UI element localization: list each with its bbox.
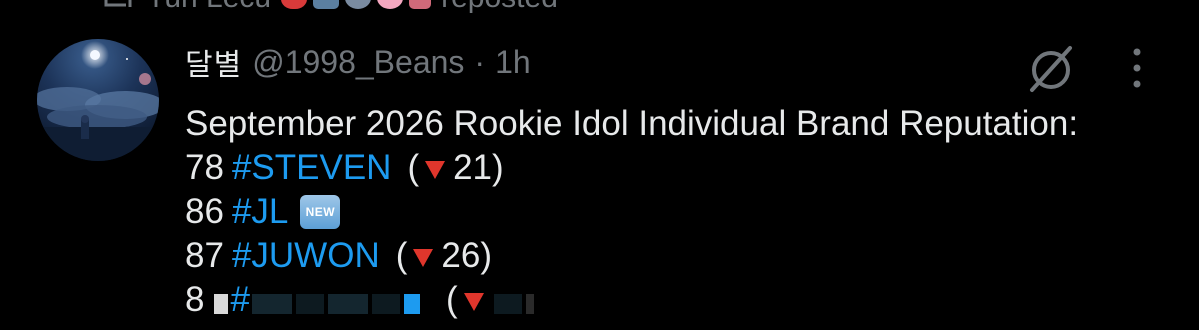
strawberry-emoji-icon bbox=[281, 0, 308, 9]
box-emoji-icon bbox=[313, 0, 340, 9]
hashtag-link[interactable]: #JUWON bbox=[232, 234, 380, 278]
down-triangle-icon bbox=[463, 293, 484, 311]
peace-emoji-icon bbox=[345, 0, 372, 9]
paren-open: ( bbox=[407, 148, 420, 187]
avatar-image bbox=[37, 39, 159, 161]
grok-icon[interactable] bbox=[1024, 42, 1078, 96]
rank-line: 87 #JUWON ( 26 ) bbox=[185, 234, 1185, 278]
avatar[interactable] bbox=[37, 39, 159, 161]
repost-label: reposted bbox=[441, 0, 558, 15]
hashtag-link[interactable]: #JL bbox=[232, 190, 288, 234]
paren-close: ) bbox=[480, 236, 492, 275]
paren-open: ( bbox=[445, 280, 458, 319]
flower-emoji-icon bbox=[377, 0, 404, 9]
censor-block bbox=[327, 294, 368, 314]
tweet-text: September 2026 Rookie Idol Individual Br… bbox=[185, 102, 1185, 322]
censor-block bbox=[403, 294, 420, 314]
more-options-icon[interactable] bbox=[1124, 46, 1150, 90]
paren-close: ) bbox=[492, 148, 504, 187]
rank-number: 8 bbox=[185, 280, 205, 319]
repost-user-name[interactable]: Yun Lecu bbox=[146, 0, 271, 15]
paren-open: ( bbox=[395, 236, 408, 275]
repost-indicator[interactable]: Yun Lecu reposted bbox=[100, 0, 558, 18]
timestamp[interactable]: 1h bbox=[495, 44, 531, 81]
header-separator: · bbox=[474, 43, 486, 80]
tweet-header: 달별 @1998_Beans · 1h bbox=[185, 40, 531, 84]
user-handle[interactable]: @1998_Beans bbox=[252, 44, 464, 81]
rank-line: 86 #JL NEW bbox=[185, 190, 1185, 234]
new-badge-icon: NEW bbox=[300, 195, 341, 229]
rank-line: 78 #STEVEN ( 21 ) bbox=[185, 146, 1185, 190]
rank-change: 21 bbox=[453, 148, 493, 187]
tweet-title-text: September 2026 Rookie Idol Individual Br… bbox=[185, 104, 1079, 143]
censor-block bbox=[295, 294, 324, 314]
rank-line-censored: 8 # ( bbox=[185, 278, 1185, 322]
down-triangle-icon bbox=[413, 249, 434, 267]
censor-block bbox=[371, 294, 400, 314]
rank-change: 26 bbox=[441, 236, 481, 275]
censor-block bbox=[493, 294, 522, 314]
censor-block bbox=[251, 294, 292, 314]
rank-number: 78 bbox=[185, 148, 224, 187]
repost-icon bbox=[104, 0, 132, 7]
flag-emoji-icon bbox=[409, 0, 432, 9]
tweet-text-line: September 2026 Rookie Idol Individual Br… bbox=[185, 102, 1185, 146]
rank-number: 87 bbox=[185, 236, 224, 275]
down-triangle-icon bbox=[425, 161, 446, 179]
censor-block bbox=[525, 294, 534, 314]
rank-number: 86 bbox=[185, 192, 224, 231]
display-name[interactable]: 달별 bbox=[185, 40, 242, 84]
hashtag-link[interactable]: #STEVEN bbox=[232, 146, 392, 190]
censor-block bbox=[214, 294, 229, 314]
hashtag-link[interactable]: # bbox=[230, 278, 249, 322]
repost-emoji-group bbox=[281, 0, 432, 9]
